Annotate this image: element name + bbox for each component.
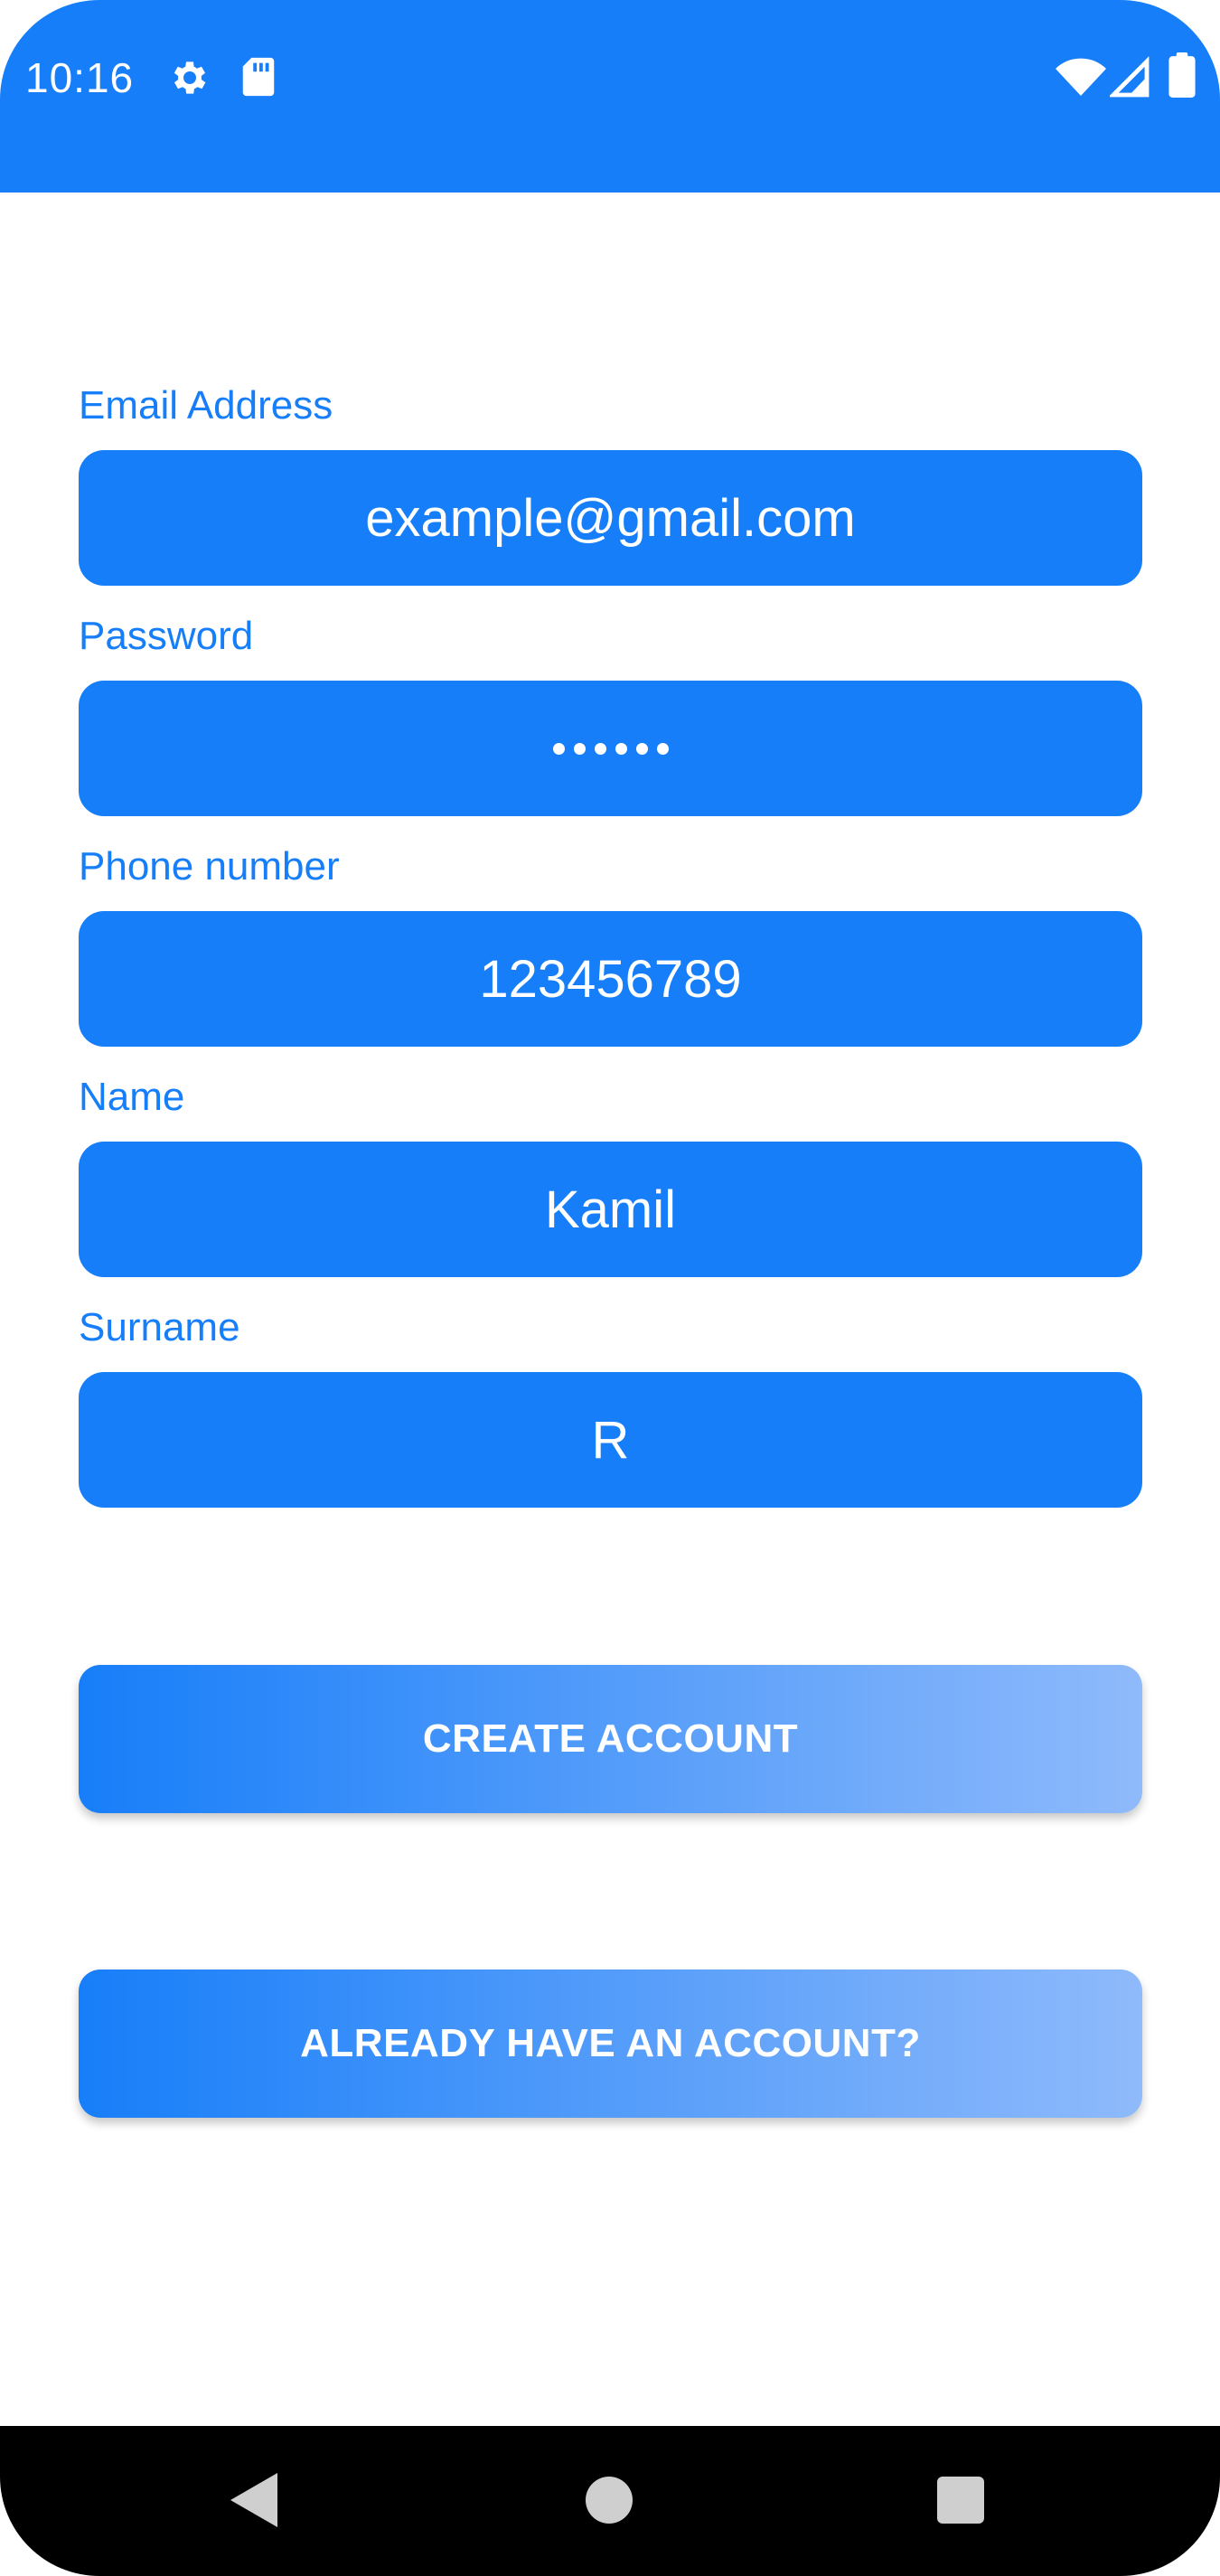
gear-icon [174, 61, 206, 94]
surname-field[interactable]: R [79, 1372, 1142, 1508]
email-value: example@gmail.com [365, 488, 856, 548]
recents-icon[interactable] [937, 2477, 984, 2524]
name-label: Name [79, 1075, 185, 1119]
name-value: Kamil [544, 1180, 677, 1239]
password-field[interactable] [79, 681, 1142, 816]
home-icon[interactable] [586, 2477, 633, 2524]
sd-card-icon [242, 57, 275, 97]
phone-label: Phone number [79, 844, 340, 888]
phone-value: 123456789 [479, 949, 742, 1009]
surname-label: Surname [79, 1305, 240, 1349]
password-label: Password [79, 614, 254, 658]
password-mask [552, 742, 669, 755]
name-field[interactable]: Kamil [79, 1142, 1142, 1277]
surname-value: R [591, 1410, 630, 1470]
email-label: Email Address [79, 383, 333, 428]
navigation-bar [0, 2426, 1220, 2576]
email-field[interactable]: example@gmail.com [79, 450, 1142, 586]
phone-screen: 10:16 Email Address example@gmail.com Pa… [0, 0, 1220, 2576]
signal-icon [1110, 56, 1150, 98]
battery-icon [1168, 52, 1196, 98]
already-have-account-button[interactable]: ALREADY HAVE AN ACCOUNT? [79, 1970, 1142, 2118]
wifi-icon [1056, 58, 1106, 96]
status-time: 10:16 [25, 54, 135, 101]
create-account-button[interactable]: CREATE ACCOUNT [79, 1665, 1142, 1813]
back-icon[interactable] [230, 2473, 277, 2527]
phone-field[interactable]: 123456789 [79, 911, 1142, 1047]
status-bar: 10:16 [0, 0, 1220, 193]
